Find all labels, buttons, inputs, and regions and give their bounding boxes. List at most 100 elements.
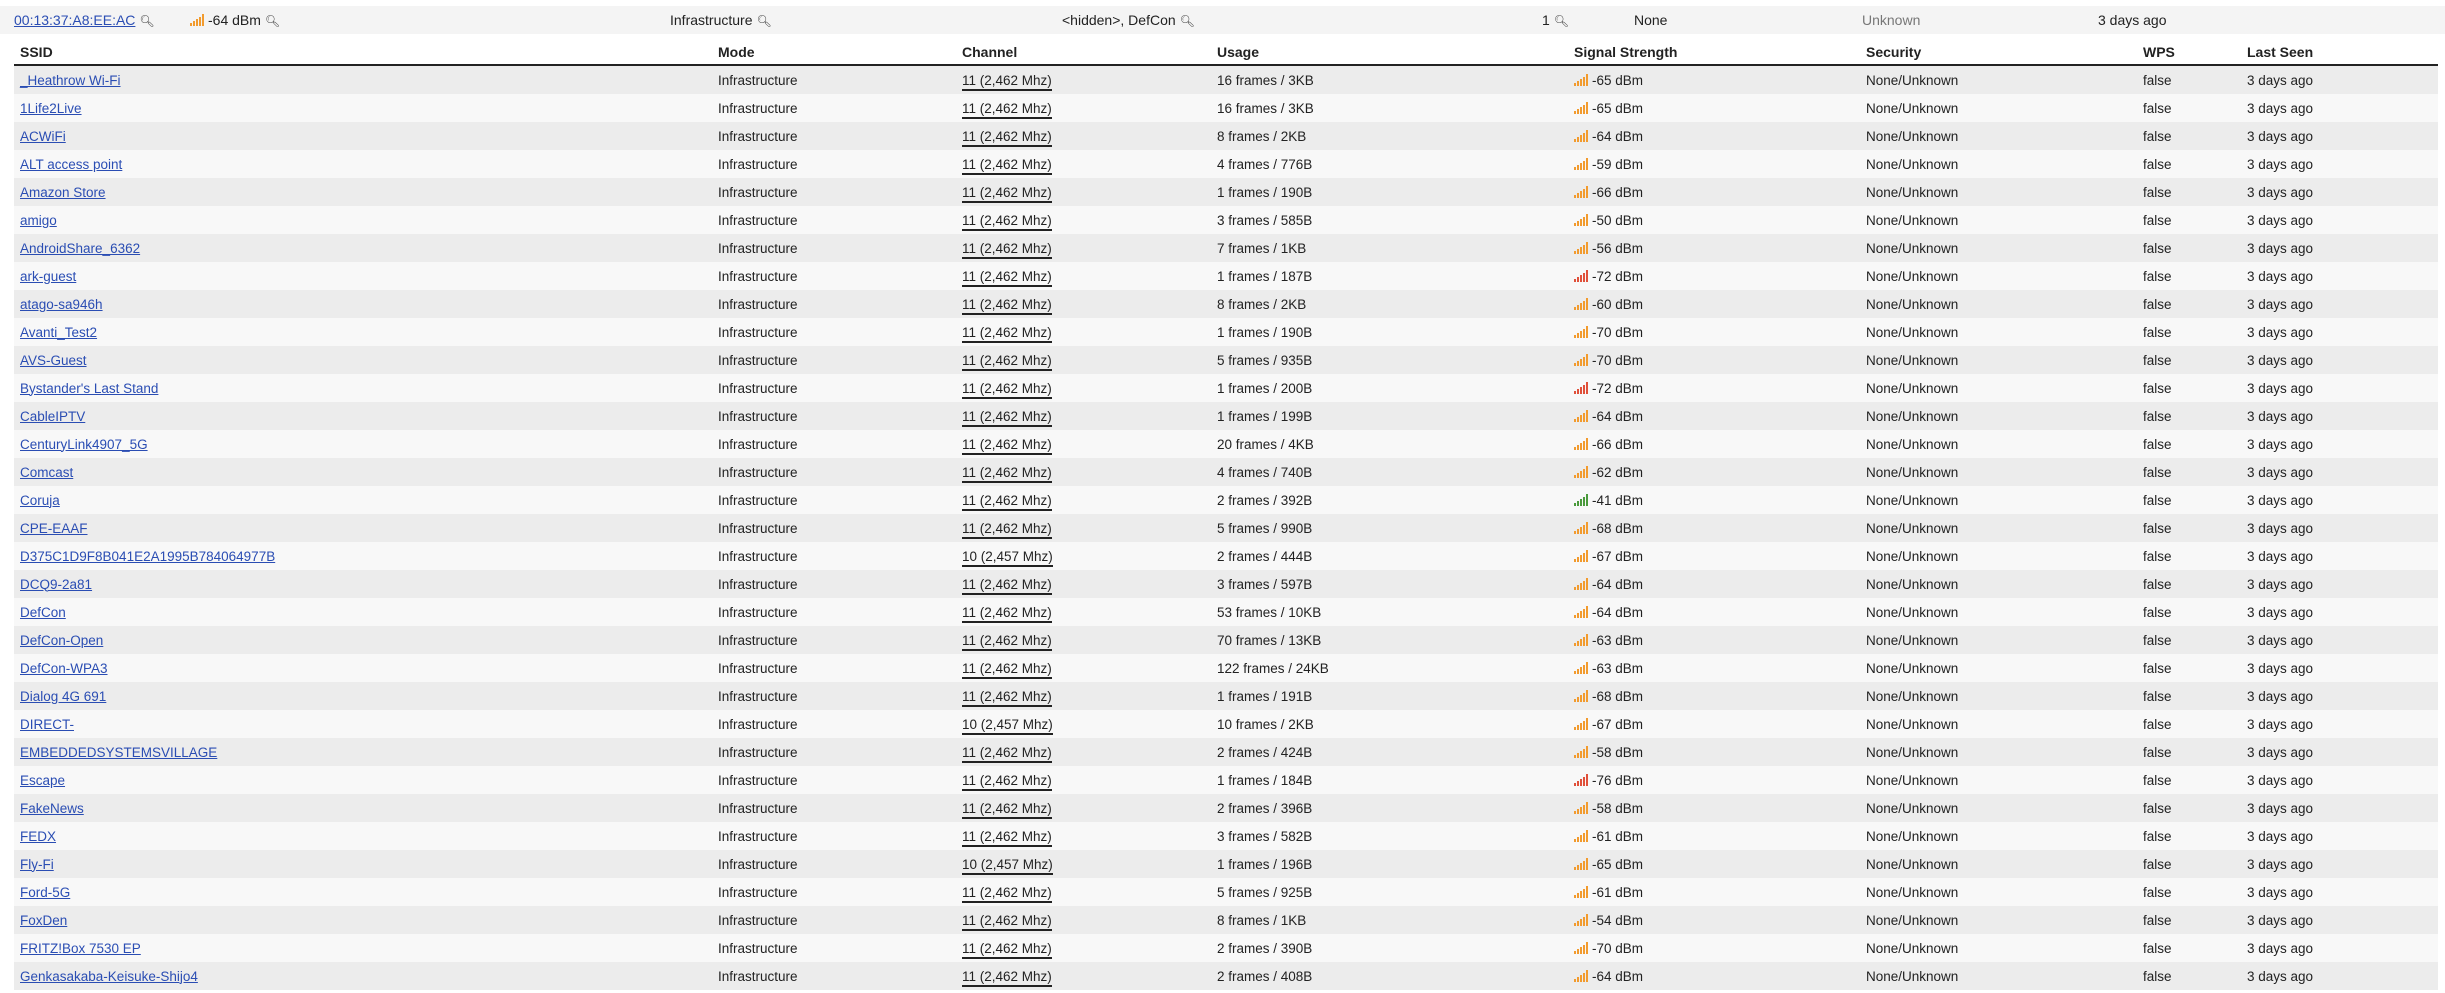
table-row[interactable]: CenturyLink4907_5G Infrastructure 11 (2,46… [14, 430, 2438, 458]
column-header-usage[interactable]: Usage [1211, 40, 1568, 66]
ssid-link[interactable]: FoxDen [20, 913, 67, 928]
table-row[interactable]: Avanti_Test2 Infrastructure 11 (2,462 Mhz)… [14, 318, 2438, 346]
table-row[interactable]: Coruja Infrastructure 11 (2,462 Mhz) 2 fram… [14, 486, 2438, 514]
security-cell: None/Unknown [1860, 878, 2137, 906]
table-row[interactable]: DCQ9-2a81 Infrastructure 11 (2,462 Mhz) 3 f… [14, 570, 2438, 598]
table-row[interactable]: Bystander's Last Stand Infrastructure 11 (… [14, 374, 2438, 402]
ssid-link[interactable]: Fly-Fi [20, 857, 54, 872]
ssid-link[interactable]: DCQ9-2a81 [20, 577, 92, 592]
table-row[interactable]: 1Life2Live Infrastructure 11 (2,462 Mhz) 16… [14, 94, 2438, 122]
last-seen-cell: 3 days ago [2241, 822, 2438, 850]
table-row[interactable]: CPE-EAAF Infrastructure 11 (2,462 Mhz) 5 fr… [14, 514, 2438, 542]
table-row[interactable]: AndroidShare_6362 Infrastructure 11 (2,462… [14, 234, 2438, 262]
table-row[interactable]: FakeNews Infrastructure 11 (2,462 Mhz) 2 fr… [14, 794, 2438, 822]
signal-cell: -72 dBm [1568, 374, 1860, 402]
ssid-link[interactable]: ACWiFi [20, 129, 66, 144]
signal-value: -65 dBm [1592, 72, 1644, 88]
mac-address-link[interactable]: 00:13:37:A8:EE:AC [14, 12, 135, 28]
signal-bars-icon [1574, 577, 1588, 590]
usage-cell: 3 frames / 585B [1211, 206, 1568, 234]
table-row[interactable]: AVS-Guest Infrastructure 11 (2,462 Mhz) 5 f… [14, 346, 2438, 374]
ssid-link[interactable]: EMBEDDEDSYSTEMSVILLAGE [20, 745, 217, 760]
column-header-signal-strength[interactable]: Signal Strength [1568, 40, 1860, 66]
ssid-link[interactable]: DIRECT- [20, 717, 74, 732]
table-row[interactable]: DefCon Infrastructure 11 (2,462 Mhz) 53 fra… [14, 598, 2438, 626]
ssid-link[interactable]: Comcast [20, 465, 73, 480]
ssid-link[interactable]: DefCon-WPA3 [20, 661, 108, 676]
signal-bars-icon [1574, 633, 1588, 646]
last-seen-cell: 3 days ago [2241, 682, 2438, 710]
table-row[interactable]: amigo Infrastructure 11 (2,462 Mhz) 3 frame… [14, 206, 2438, 234]
channel-cell: 10 (2,457 Mhz) [956, 850, 1211, 878]
column-header-channel[interactable]: Channel [956, 40, 1211, 66]
ssid-link[interactable]: DefCon-Open [20, 633, 103, 648]
table-row[interactable]: FoxDen Infrastructure 11 (2,462 Mhz) 8 fram… [14, 906, 2438, 934]
table-row[interactable]: _Heathrow Wi-Fi Infrastructure 11 (2,462 M… [14, 65, 2438, 94]
signal-bars-icon [1574, 157, 1588, 170]
ssid-link[interactable]: _Heathrow Wi-Fi [20, 73, 121, 88]
ssid-link[interactable]: ALT access point [20, 157, 122, 172]
magnifier-icon[interactable]: 🔍︎ [265, 7, 280, 35]
ssid-link[interactable]: CPE-EAAF [20, 521, 88, 536]
ssid-link[interactable]: ark-guest [20, 269, 76, 284]
ssid-link[interactable]: FakeNews [20, 801, 84, 816]
column-header-last-seen[interactable]: Last Seen [2241, 40, 2438, 66]
ssid-link[interactable]: DefCon [20, 605, 66, 620]
ssid-link[interactable]: Ford-5G [20, 885, 70, 900]
table-row[interactable]: D375C1D9F8B041E2A1995B784064977B Infrastr… [14, 542, 2438, 570]
column-header-mode[interactable]: Mode [712, 40, 956, 66]
ssid-link[interactable]: Avanti_Test2 [20, 325, 97, 340]
signal-value: -60 dBm [1592, 296, 1644, 312]
column-header-security[interactable]: Security [1860, 40, 2137, 66]
ssid-link[interactable]: Coruja [20, 493, 60, 508]
signal-cell: -68 dBm [1568, 514, 1860, 542]
summary-last-seen: 3 days ago [2098, 12, 2167, 28]
column-header-ssid[interactable]: SSID [14, 40, 712, 66]
ssid-link[interactable]: 1Life2Live [20, 101, 82, 116]
table-row[interactable]: Dialog 4G 691 Infrastructure 11 (2,462 Mhz… [14, 682, 2438, 710]
ssid-link[interactable]: Dialog 4G 691 [20, 689, 106, 704]
table-row[interactable]: FEDX Infrastructure 11 (2,462 Mhz) 3 frames… [14, 822, 2438, 850]
table-row[interactable]: atago-sa946h Infrastructure 11 (2,462 Mhz)… [14, 290, 2438, 318]
table-row[interactable]: EMBEDDEDSYSTEMSVILLAGE Infrastructure 11 (… [14, 738, 2438, 766]
ssid-link[interactable]: FEDX [20, 829, 56, 844]
ssid-link[interactable]: FRITZ!Box 7530 EP [20, 941, 141, 956]
magnifier-icon[interactable]: 🔍︎ [1554, 7, 1569, 35]
table-row[interactable]: ALT access point Infrastructure 11 (2,462 … [14, 150, 2438, 178]
ssid-link[interactable]: amigo [20, 213, 57, 228]
ssid-link[interactable]: Amazon Store [20, 185, 106, 200]
channel-cell: 11 (2,462 Mhz) [956, 430, 1211, 458]
wps-cell: false [2137, 318, 2241, 346]
ssid-link[interactable]: AndroidShare_6362 [20, 241, 140, 256]
ssid-link[interactable]: Genkasakaba-Keisuke-Shijo4 [20, 969, 198, 984]
table-row[interactable]: Fly-Fi Infrastructure 10 (2,457 Mhz) 1 fram… [14, 850, 2438, 878]
table-row[interactable]: DefCon-Open Infrastructure 11 (2,462 Mhz) 7… [14, 626, 2438, 654]
table-row[interactable]: DIRECT- Infrastructure 10 (2,457 Mhz) 10 fr… [14, 710, 2438, 738]
ssid-cell: FEDX [14, 822, 712, 850]
table-row[interactable]: ACWiFi Infrastructure 11 (2,462 Mhz) 8 fram… [14, 122, 2438, 150]
table-row[interactable]: Comcast Infrastructure 11 (2,462 Mhz) 4 fra… [14, 458, 2438, 486]
table-row[interactable]: Escape Infrastructure 11 (2,462 Mhz) 1 fram… [14, 766, 2438, 794]
table-row[interactable]: FRITZ!Box 7530 EP Infrastructure 11 (2,462… [14, 934, 2438, 962]
last-seen-cell: 3 days ago [2241, 374, 2438, 402]
signal-value: -70 dBm [1592, 352, 1644, 368]
last-seen-cell: 3 days ago [2241, 906, 2438, 934]
ssid-link[interactable]: AVS-Guest [20, 353, 87, 368]
magnifier-icon[interactable]: 🔍︎ [1180, 7, 1195, 35]
magnifier-icon[interactable]: 🔍︎ [139, 7, 154, 35]
table-row[interactable]: CableIPTV Infrastructure 11 (2,462 Mhz) 1 f… [14, 402, 2438, 430]
magnifier-icon[interactable]: 🔍︎ [756, 7, 771, 35]
ssid-link[interactable]: Bystander's Last Stand [20, 381, 158, 396]
table-row[interactable]: Amazon Store Infrastructure 11 (2,462 Mhz)… [14, 178, 2438, 206]
table-row[interactable]: DefCon-WPA3 Infrastructure 11 (2,462 Mhz) 1… [14, 654, 2438, 682]
ssid-link[interactable]: atago-sa946h [20, 297, 103, 312]
ssid-link[interactable]: CenturyLink4907_5G [20, 437, 148, 452]
ssid-link[interactable]: CableIPTV [20, 409, 85, 424]
ssid-link[interactable]: D375C1D9F8B041E2A1995B784064977B [20, 549, 275, 564]
table-row[interactable]: ark-guest Infrastructure 11 (2,462 Mhz) 1 f… [14, 262, 2438, 290]
table-row[interactable]: Ford-5G Infrastructure 11 (2,462 Mhz) 5 fra… [14, 878, 2438, 906]
column-header-wps[interactable]: WPS [2137, 40, 2241, 66]
table-row[interactable]: Genkasakaba-Keisuke-Shijo4 Infrastructure… [14, 962, 2438, 990]
security-cell: None/Unknown [1860, 486, 2137, 514]
ssid-link[interactable]: Escape [20, 773, 65, 788]
